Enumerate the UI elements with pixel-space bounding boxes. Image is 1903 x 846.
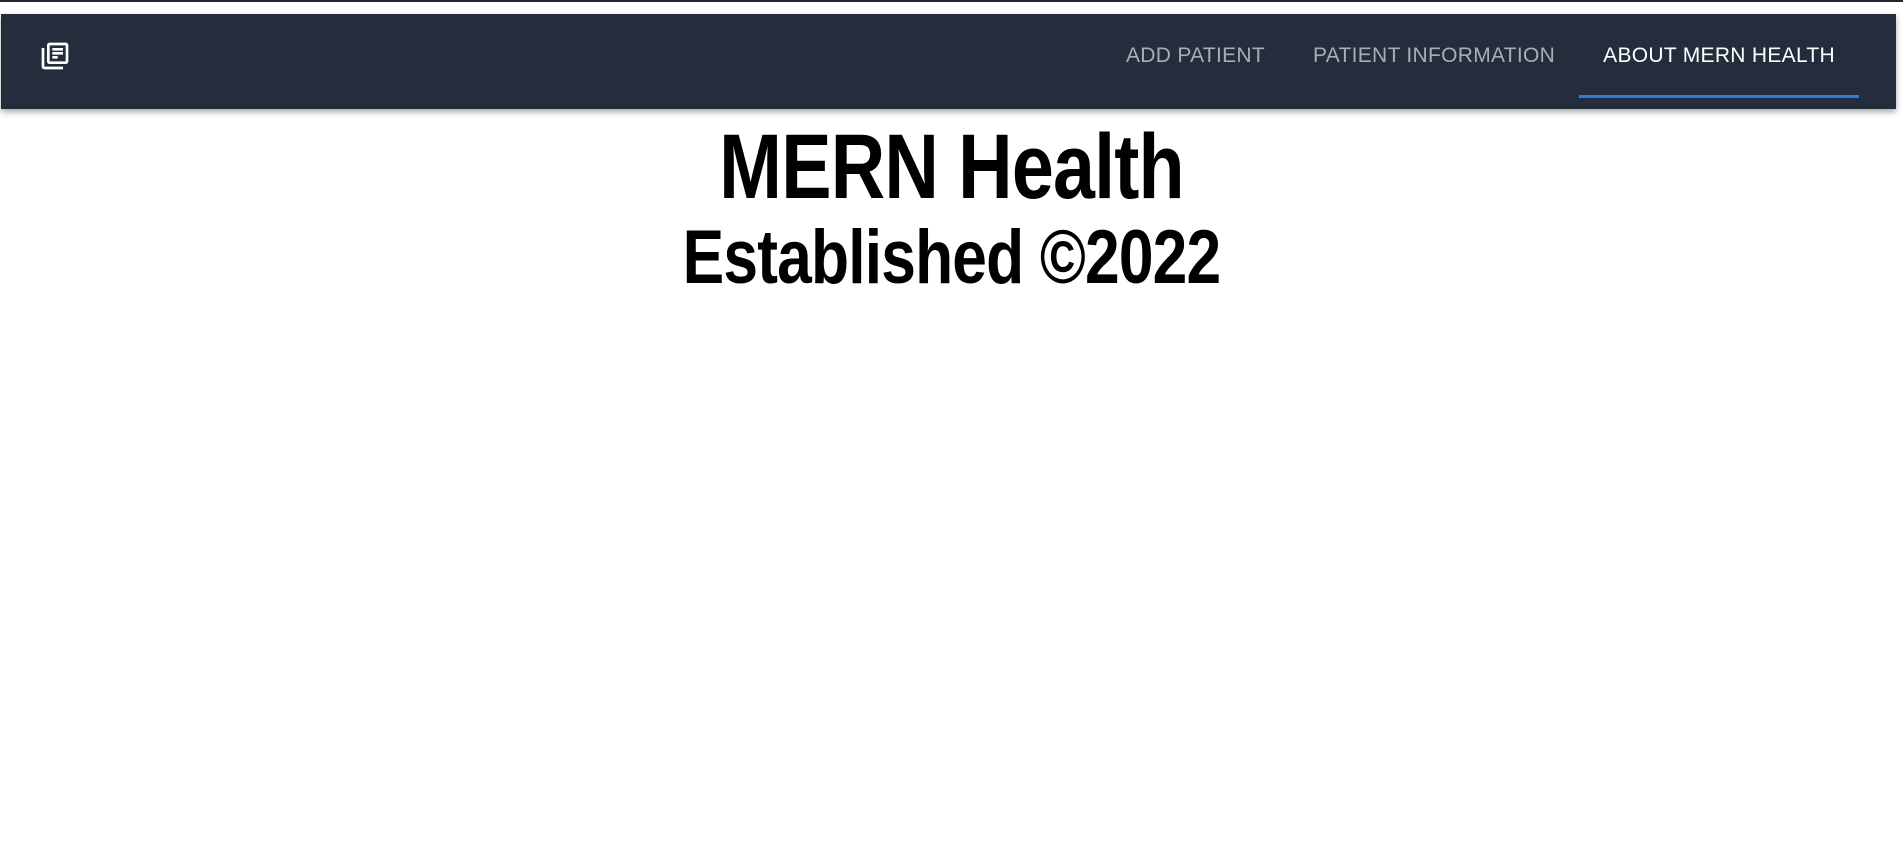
page-subtitle: Established ©2022 (682, 215, 1222, 300)
tab-add-patient[interactable]: ADD PATIENT (1102, 14, 1289, 98)
library-books-icon-svg (41, 42, 69, 70)
library-books-icon[interactable] (37, 38, 73, 74)
app-bar: ADD PATIENT PATIENT INFORMATION ABOUT ME… (1, 14, 1896, 109)
tab-label: PATIENT INFORMATION (1312, 44, 1556, 67)
tab-about-mern-health[interactable]: ABOUT MERN HEALTH (1579, 14, 1859, 98)
nav-tabs: ADD PATIENT PATIENT INFORMATION ABOUT ME… (1102, 14, 1859, 109)
active-tab-indicator (1579, 95, 1859, 98)
page-title: MERN Health (719, 116, 1184, 218)
tab-label: ABOUT MERN HEALTH (1603, 44, 1835, 67)
tab-patient-information[interactable]: PATIENT INFORMATION (1289, 14, 1579, 98)
top-border (0, 0, 1903, 2)
main-content: MERN Health Established ©2022 (0, 109, 1903, 301)
tab-label: ADD PATIENT (1125, 44, 1265, 67)
